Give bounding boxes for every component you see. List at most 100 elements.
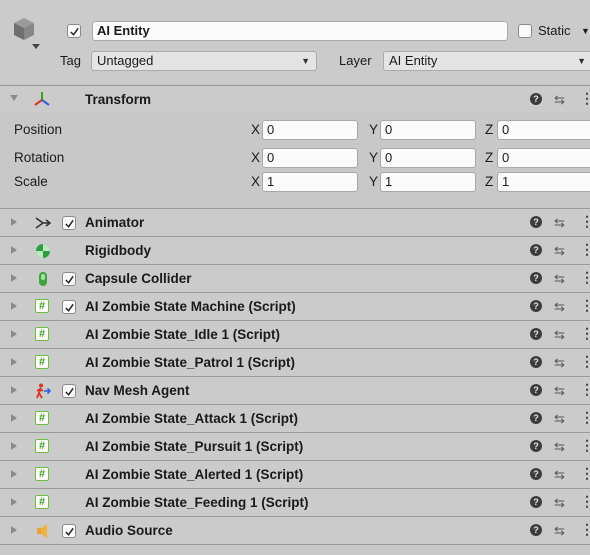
component-state-idle-script[interactable]: # AI Zombie State_Idle 1 (Script) ? ⇆ ⋮ bbox=[0, 320, 590, 348]
component-state-pursuit-script[interactable]: # AI Zombie State_Pursuit 1 (Script) ? ⇆… bbox=[0, 432, 590, 460]
preset-icon[interactable]: ⇆ bbox=[554, 327, 565, 343]
axis-y-label[interactable]: Y bbox=[369, 122, 378, 137]
preset-icon[interactable]: ⇆ bbox=[554, 243, 565, 259]
kebab-menu-icon[interactable]: ⋮ bbox=[580, 437, 590, 454]
component-enabled-checkbox[interactable] bbox=[62, 384, 76, 398]
help-icon[interactable]: ? bbox=[530, 272, 542, 284]
foldout-collapsed-icon[interactable] bbox=[11, 218, 17, 226]
foldout-collapsed-icon[interactable] bbox=[11, 274, 17, 282]
tag-label: Tag bbox=[60, 53, 81, 68]
kebab-menu-icon[interactable]: ⋮ bbox=[580, 297, 590, 314]
help-icon[interactable]: ? bbox=[530, 468, 542, 480]
axis-z-label[interactable]: Z bbox=[485, 122, 493, 137]
axis-z-label[interactable]: Z bbox=[485, 174, 493, 189]
foldout-collapsed-icon[interactable] bbox=[11, 498, 17, 506]
help-icon[interactable]: ? bbox=[530, 356, 542, 368]
rotation-z-field[interactable]: 0 bbox=[497, 148, 590, 168]
component-state-patrol-script[interactable]: # AI Zombie State_Patrol 1 (Script) ? ⇆ … bbox=[0, 348, 590, 376]
foldout-collapsed-icon[interactable] bbox=[11, 470, 17, 478]
foldout-collapsed-icon[interactable] bbox=[11, 414, 17, 422]
kebab-menu-icon[interactable]: ⋮ bbox=[580, 269, 590, 286]
component-enabled-checkbox[interactable] bbox=[62, 300, 76, 314]
foldout-collapsed-icon[interactable] bbox=[11, 442, 17, 450]
foldout-collapsed-icon[interactable] bbox=[11, 302, 17, 310]
help-icon[interactable]: ? bbox=[530, 93, 542, 105]
component-capsule-collider[interactable]: Capsule Collider ? ⇆ ⋮ bbox=[0, 264, 590, 292]
preset-icon[interactable]: ⇆ bbox=[554, 299, 565, 315]
layer-dropdown[interactable]: AI Entity ▼ bbox=[383, 51, 590, 71]
kebab-menu-icon[interactable]: ⋮ bbox=[580, 325, 590, 342]
help-icon[interactable]: ? bbox=[530, 412, 542, 424]
kebab-menu-icon[interactable]: ⋮ bbox=[580, 241, 590, 258]
foldout-expanded-icon[interactable] bbox=[10, 95, 18, 101]
help-icon[interactable]: ? bbox=[530, 524, 542, 536]
preset-icon[interactable]: ⇆ bbox=[554, 215, 565, 231]
kebab-menu-icon[interactable]: ⋮ bbox=[580, 493, 590, 510]
help-icon[interactable]: ? bbox=[530, 216, 542, 228]
component-state-feeding-script[interactable]: # AI Zombie State_Feeding 1 (Script) ? ⇆… bbox=[0, 488, 590, 516]
rotation-y-field[interactable]: 0 bbox=[380, 148, 476, 168]
help-icon[interactable]: ? bbox=[530, 244, 542, 256]
help-icon[interactable]: ? bbox=[530, 440, 542, 452]
kebab-menu-icon[interactable]: ⋮ bbox=[580, 521, 590, 538]
kebab-menu-icon[interactable]: ⋮ bbox=[580, 353, 590, 370]
preset-icon[interactable]: ⇆ bbox=[554, 495, 565, 511]
component-enabled-checkbox[interactable] bbox=[62, 216, 76, 230]
gameobject-cube-icon[interactable] bbox=[12, 16, 40, 50]
axis-y-label[interactable]: Y bbox=[369, 150, 378, 165]
kebab-menu-icon[interactable]: ⋮ bbox=[580, 213, 590, 230]
component-animator[interactable]: Animator ? ⇆ ⋮ bbox=[0, 208, 590, 236]
object-name-input[interactable]: AI Entity bbox=[92, 21, 508, 41]
position-z-field[interactable]: 0 bbox=[497, 120, 590, 140]
component-enabled-checkbox[interactable] bbox=[62, 272, 76, 286]
kebab-menu-icon[interactable]: ⋮ bbox=[580, 381, 590, 398]
component-state-attack-script[interactable]: # AI Zombie State_Attack 1 (Script) ? ⇆ … bbox=[0, 404, 590, 432]
static-checkbox[interactable] bbox=[518, 24, 532, 38]
kebab-menu-icon[interactable]: ⋮ bbox=[580, 90, 590, 107]
scale-x-field[interactable]: 1 bbox=[262, 172, 358, 192]
component-rigidbody[interactable]: Rigidbody ? ⇆ ⋮ bbox=[0, 236, 590, 264]
axis-x-label[interactable]: X bbox=[251, 122, 260, 137]
component-label: Audio Source bbox=[85, 523, 173, 538]
component-nav-mesh-agent[interactable]: Nav Mesh Agent ? ⇆ ⋮ bbox=[0, 376, 590, 404]
tag-dropdown[interactable]: Untagged ▼ bbox=[91, 51, 317, 71]
axis-x-label[interactable]: X bbox=[251, 174, 260, 189]
preset-icon[interactable]: ⇆ bbox=[554, 271, 565, 287]
active-toggle[interactable] bbox=[67, 24, 81, 38]
static-dropdown-arrow-icon[interactable]: ▼ bbox=[581, 26, 590, 36]
foldout-collapsed-icon[interactable] bbox=[11, 330, 17, 338]
preset-icon[interactable]: ⇆ bbox=[554, 467, 565, 483]
foldout-collapsed-icon[interactable] bbox=[11, 246, 17, 254]
transform-header[interactable]: Transform ? ⇆ ⋮ bbox=[0, 85, 590, 112]
kebab-menu-icon[interactable]: ⋮ bbox=[580, 409, 590, 426]
foldout-collapsed-icon[interactable] bbox=[11, 358, 17, 366]
preset-icon[interactable]: ⇆ bbox=[554, 439, 565, 455]
help-icon[interactable]: ? bbox=[530, 384, 542, 396]
preset-icon[interactable]: ⇆ bbox=[554, 383, 565, 399]
preset-icon[interactable]: ⇆ bbox=[554, 411, 565, 427]
component-enabled-checkbox[interactable] bbox=[62, 524, 76, 538]
scale-z-field[interactable]: 1 bbox=[497, 172, 590, 192]
scale-y-field[interactable]: 1 bbox=[380, 172, 476, 192]
position-x-field[interactable]: 0 bbox=[262, 120, 358, 140]
preset-icon[interactable]: ⇆ bbox=[554, 523, 565, 539]
position-y-field[interactable]: 0 bbox=[380, 120, 476, 140]
preset-icon[interactable]: ⇆ bbox=[554, 92, 565, 108]
foldout-collapsed-icon[interactable] bbox=[11, 526, 17, 534]
help-icon[interactable]: ? bbox=[530, 300, 542, 312]
component-state-alerted-script[interactable]: # AI Zombie State_Alerted 1 (Script) ? ⇆… bbox=[0, 460, 590, 488]
foldout-collapsed-icon[interactable] bbox=[11, 386, 17, 394]
axis-y-label[interactable]: Y bbox=[369, 174, 378, 189]
help-icon[interactable]: ? bbox=[530, 328, 542, 340]
component-audio-source[interactable]: Audio Source ? ⇆ ⋮ bbox=[0, 516, 590, 544]
preset-icon[interactable]: ⇆ bbox=[554, 355, 565, 371]
help-icon[interactable]: ? bbox=[530, 496, 542, 508]
axis-x-label[interactable]: X bbox=[251, 150, 260, 165]
rotation-x-field[interactable]: 0 bbox=[262, 148, 358, 168]
component-label: Rigidbody bbox=[85, 243, 151, 258]
position-label: Position bbox=[14, 122, 63, 137]
component-state-machine-script[interactable]: # AI Zombie State Machine (Script) ? ⇆ ⋮ bbox=[0, 292, 590, 320]
kebab-menu-icon[interactable]: ⋮ bbox=[580, 465, 590, 482]
axis-z-label[interactable]: Z bbox=[485, 150, 493, 165]
tag-value: Untagged bbox=[97, 53, 154, 68]
